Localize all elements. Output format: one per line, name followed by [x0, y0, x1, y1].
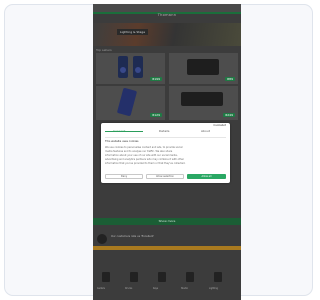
category-item[interactable]: Guitars	[97, 270, 113, 290]
category-row: Guitars Drums Keys Studio Lighting	[93, 266, 241, 296]
tab-about[interactable]: About	[201, 129, 210, 133]
speaker-image	[133, 56, 143, 78]
dialog-text-line: information that you've provided to them…	[105, 162, 186, 165]
dialog-text-line: advertising and analytics partners who m…	[105, 158, 184, 161]
product-price: €249	[223, 113, 235, 117]
product-price: €89	[225, 77, 235, 81]
section-label: Top sellers	[96, 48, 112, 52]
tab-details[interactable]: Details	[159, 129, 169, 133]
hero-banner[interactable]: Lighting & Stage	[93, 23, 241, 46]
product-card[interactable]: €249	[169, 86, 238, 120]
product-price: €129	[150, 113, 162, 117]
category-item[interactable]: Lighting	[209, 270, 225, 290]
keyboard-icon	[158, 272, 166, 282]
rating-bar	[93, 246, 241, 250]
deny-button[interactable]: Deny	[105, 174, 143, 179]
led-par-image	[187, 59, 219, 75]
product-card[interactable]: €199	[96, 53, 165, 84]
led-bar-image	[116, 87, 138, 117]
category-item[interactable]: Drums	[125, 270, 141, 290]
category-label: Keys	[153, 287, 159, 290]
dialog-text-line: information about your use of our site w…	[105, 154, 178, 157]
cookiebot-logo: Cookiebot	[213, 124, 226, 127]
allow-all-button[interactable]: Allow all	[187, 174, 226, 179]
drum-icon	[130, 272, 138, 282]
active-tab-indicator	[105, 131, 143, 132]
product-card[interactable]: €129	[96, 86, 165, 120]
dialog-text-line: media features and to analyse our traffi…	[105, 150, 173, 153]
category-label: Lighting	[209, 287, 218, 290]
category-label: Drums	[125, 287, 133, 290]
cookie-consent-dialog: Cookiebot Consent Details About This web…	[101, 123, 230, 183]
show-more-label: Show more	[158, 219, 176, 223]
light-set-image	[181, 92, 223, 106]
status-bar	[93, 4, 241, 12]
category-item[interactable]: Keys	[153, 270, 169, 290]
dialog-heading: This website uses cookies	[105, 140, 139, 143]
headphones-icon	[186, 272, 194, 282]
speaker-image	[118, 56, 128, 78]
dialog-text-line: We use cookies to personalise content an…	[105, 146, 183, 149]
show-more-bar[interactable]: Show more	[93, 218, 241, 225]
product-card[interactable]: €89	[169, 53, 238, 84]
page-title: Thomann	[157, 13, 177, 17]
review-text: Our customers rate us 'Excellent'	[111, 235, 155, 238]
category-label: Guitars	[97, 287, 105, 290]
spotlight-icon	[214, 272, 222, 282]
divider	[105, 137, 226, 138]
banner-label: Lighting & Stage	[117, 29, 149, 35]
category-label: Studio	[181, 287, 188, 290]
product-price: €199	[150, 77, 162, 81]
avatar	[97, 234, 107, 244]
guitar-icon	[102, 272, 110, 282]
allow-selection-button[interactable]: Allow selection	[146, 174, 184, 179]
category-item[interactable]: Studio	[181, 270, 197, 290]
